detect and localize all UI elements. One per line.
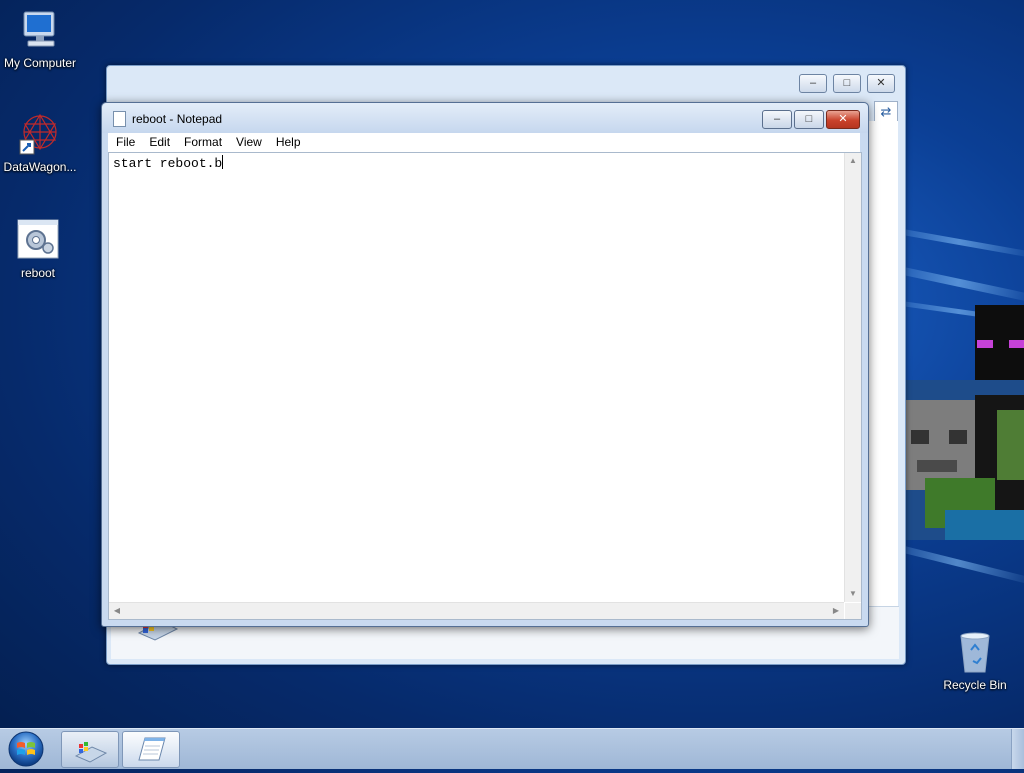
notepad-icon [138,737,166,761]
scroll-down-icon[interactable]: ▼ [845,586,861,602]
bg-close-button[interactable]: ✕ [867,74,895,93]
recycle-bin-icon [953,630,997,674]
windows-orb-icon [8,731,44,767]
taskbar [0,728,1024,769]
menu-bar: File Edit Format View Help [108,133,860,152]
horizontal-scrollbar[interactable]: ◀ ▶ [109,602,844,619]
menu-help[interactable]: Help [268,133,307,149]
menu-edit[interactable]: Edit [141,133,176,149]
taskbar-item-notepad[interactable] [122,731,180,768]
scroll-up-icon[interactable]: ▲ [845,153,861,169]
bg-content-pane [867,121,898,606]
show-desktop-button[interactable] [1011,729,1024,769]
notepad-icon [113,111,126,127]
desktop-icon-label: My Computer [3,56,77,70]
desktop-icon-label: reboot [20,266,56,280]
window-title: reboot - Notepad [132,112,223,126]
text-caret [222,155,224,169]
menu-view[interactable]: View [228,133,268,149]
datawagon-shortcut-icon [18,112,62,156]
menu-file[interactable]: File [108,133,141,149]
desktop-icon-recycle-bin[interactable]: Recycle Bin [935,630,1015,692]
bg-minimize-button[interactable]: – [799,74,827,93]
vertical-scrollbar[interactable]: ▲ ▼ [844,153,861,602]
computer-icon [18,8,62,52]
desktop-icon-datawagon[interactable]: DataWagon... [0,112,80,174]
notepad-window[interactable]: reboot - Notepad – □ ✕ File Edit Format Vie… [101,102,869,627]
desktop-icon-reboot[interactable]: reboot [0,218,78,280]
menu-format[interactable]: Format [176,133,228,149]
editor-text-content: start reboot.b [113,156,223,171]
resize-grip[interactable] [845,603,861,619]
desktop-icon-my-computer[interactable]: My Computer [0,8,80,70]
start-button[interactable] [6,730,46,768]
notepad-title-bar[interactable]: reboot - Notepad – □ ✕ [102,103,868,133]
control-panel-icon [74,742,108,763]
refresh-icon[interactable]: ⇄ [874,101,898,123]
close-button[interactable]: ✕ [826,110,860,129]
maximize-button[interactable]: □ [794,110,824,129]
batch-file-gear-icon [16,218,60,262]
minimize-button[interactable]: – [762,110,792,129]
scroll-right-icon[interactable]: ▶ [828,603,844,619]
taskbar-item-control-panel[interactable] [61,731,119,768]
wallpaper-game-art [905,300,1024,540]
scroll-left-icon[interactable]: ◀ [109,603,125,619]
editor-text: start reboot.b [113,155,224,171]
text-editor-area[interactable]: start reboot.b ▲ ▼ ◀ ▶ [108,152,862,620]
desktop-icon-label: Recycle Bin [943,678,1007,692]
bg-maximize-button[interactable]: □ [833,74,861,93]
desktop-icon-label: DataWagon... [3,160,77,174]
